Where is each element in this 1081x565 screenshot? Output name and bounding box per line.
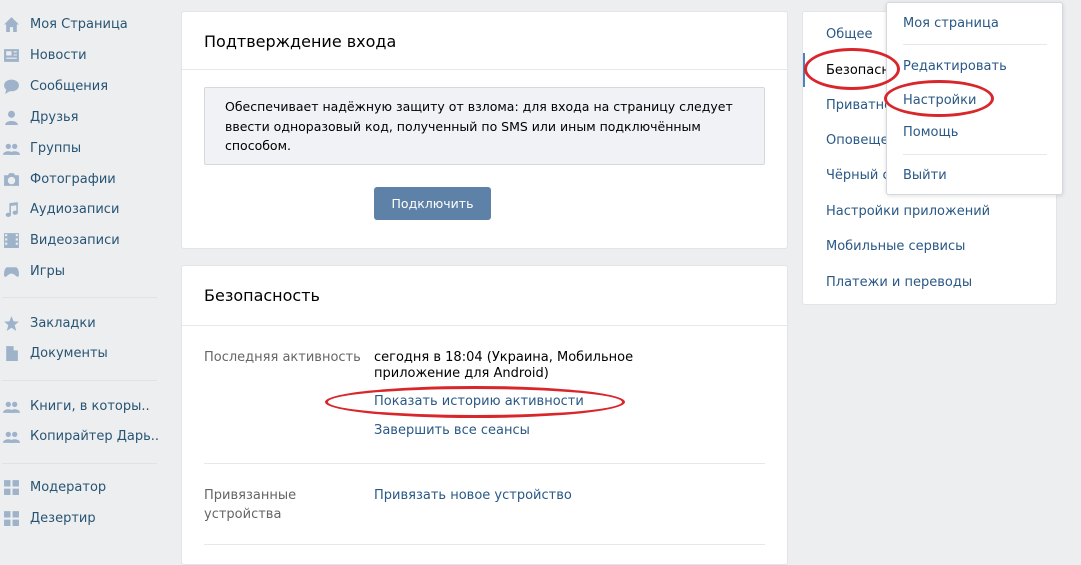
last-activity-label: Последняя активность xyxy=(204,350,361,365)
sidebar-item-bookmarks[interactable]: Закладки xyxy=(0,309,160,337)
sidebar-item-documents[interactable]: Документы xyxy=(0,339,160,367)
settings-tab-mobile-services[interactable]: Мобильные сервисы xyxy=(803,229,1056,263)
news-icon xyxy=(2,46,20,64)
sidebar-item-friends[interactable]: Друзья xyxy=(0,103,160,131)
sidebar-item-label: Сообщения xyxy=(30,78,109,94)
sidebar-item-video[interactable]: Видеозаписи xyxy=(0,226,160,254)
end-all-sessions-link[interactable]: Завершить все сеансы xyxy=(374,423,530,438)
row-divider xyxy=(204,544,765,545)
sidebar-item-label: Видеозаписи xyxy=(30,232,120,248)
login-confirmation-card: Подтверждение входа Обеспечивает надёжну… xyxy=(181,11,788,249)
groups-icon xyxy=(2,139,20,157)
card-title: Подтверждение входа xyxy=(204,32,397,51)
card-divider xyxy=(182,69,787,70)
sidebar-item-photos[interactable]: Фотографии xyxy=(0,165,160,193)
camera-icon xyxy=(2,170,20,188)
sidebar-item-label: Книги, в которы.. xyxy=(30,398,150,414)
messages-icon xyxy=(2,77,20,95)
sidebar-item-moderator[interactable]: Модератор xyxy=(0,473,160,501)
music-note-icon xyxy=(2,200,20,218)
star-icon xyxy=(2,314,20,332)
dropdown-divider xyxy=(903,44,1047,45)
sidebar-item-label: Новости xyxy=(30,47,87,63)
settings-tab-app-settings[interactable]: Настройки приложений xyxy=(803,194,1056,228)
linked-devices-label: Привязанные устройства xyxy=(204,488,297,522)
card-title: Безопасность xyxy=(204,286,320,305)
left-sidebar: Моя Страница Новости Сообщения Друзья Гр… xyxy=(0,0,160,551)
sidebar-item-group-books[interactable]: Книги, в которы.. xyxy=(0,392,160,420)
sidebar-item-games[interactable]: Игры xyxy=(0,257,160,285)
sidebar-divider xyxy=(2,380,157,381)
sidebar-item-deserter[interactable]: Дезертир xyxy=(0,504,160,532)
sidebar-item-label: Игры xyxy=(30,263,66,279)
card-divider xyxy=(182,325,787,326)
sidebar-item-messages[interactable]: Сообщения xyxy=(0,72,160,100)
sidebar-item-label: Модератор xyxy=(30,479,107,495)
sidebar-item-label: Друзья xyxy=(30,109,79,125)
sidebar-item-label: Документы xyxy=(30,345,108,361)
apps-grid-icon xyxy=(2,478,20,496)
group-icon xyxy=(2,397,20,415)
sidebar-item-label: Аудиозаписи xyxy=(30,201,120,217)
sidebar-item-audio[interactable]: Аудиозаписи xyxy=(0,195,160,223)
sidebar-item-label: Дезертир xyxy=(30,510,96,526)
group-icon xyxy=(2,427,20,445)
sidebar-item-label: Группы xyxy=(30,140,82,156)
connect-button[interactable]: Подключить xyxy=(374,187,491,220)
home-icon xyxy=(2,15,20,33)
sidebar-item-label: Моя Страница xyxy=(30,16,128,32)
security-card: Безопасность Последняя активность сегодн… xyxy=(181,265,788,565)
last-activity-value: сегодня в 18:04 (Украина, Мобильное прил… xyxy=(374,350,634,381)
dropdown-divider xyxy=(903,154,1047,155)
dropdown-item-settings[interactable]: Настройки xyxy=(887,85,1062,115)
sidebar-item-groups[interactable]: Группы xyxy=(0,134,160,162)
row-divider xyxy=(204,463,765,464)
apps-grid-icon xyxy=(2,509,20,527)
sidebar-item-group-copywriter[interactable]: Копирайтер Дарь.. xyxy=(0,422,160,450)
profile-dropdown-menu: Моя страница Редактировать Настройки Пом… xyxy=(886,2,1063,195)
document-icon xyxy=(2,344,20,362)
sidebar-divider xyxy=(2,297,157,298)
show-activity-history-link[interactable]: Показать историю активности xyxy=(374,394,584,409)
film-icon xyxy=(2,231,20,249)
sidebar-item-label: Закладки xyxy=(30,315,96,331)
dropdown-item-my-page[interactable]: Моя страница xyxy=(887,8,1062,38)
link-new-device-link[interactable]: Привязать новое устройство xyxy=(374,488,572,503)
sidebar-item-label: Фотографии xyxy=(30,171,116,187)
login-confirmation-notice: Обеспечивает надёжную защиту от взлома: … xyxy=(204,87,765,165)
dropdown-item-edit[interactable]: Редактировать xyxy=(887,51,1062,81)
sidebar-item-my-page[interactable]: Моя Страница xyxy=(0,10,160,38)
settings-tab-payments[interactable]: Платежи и переводы xyxy=(803,265,1056,299)
sidebar-item-news[interactable]: Новости xyxy=(0,41,160,69)
sidebar-item-label: Копирайтер Дарь.. xyxy=(30,428,160,444)
gamepad-icon xyxy=(2,262,20,280)
dropdown-item-logout[interactable]: Выйти xyxy=(887,160,1062,190)
sidebar-divider xyxy=(2,463,157,464)
friends-icon xyxy=(2,108,20,126)
dropdown-item-help[interactable]: Помощь xyxy=(887,117,1062,147)
